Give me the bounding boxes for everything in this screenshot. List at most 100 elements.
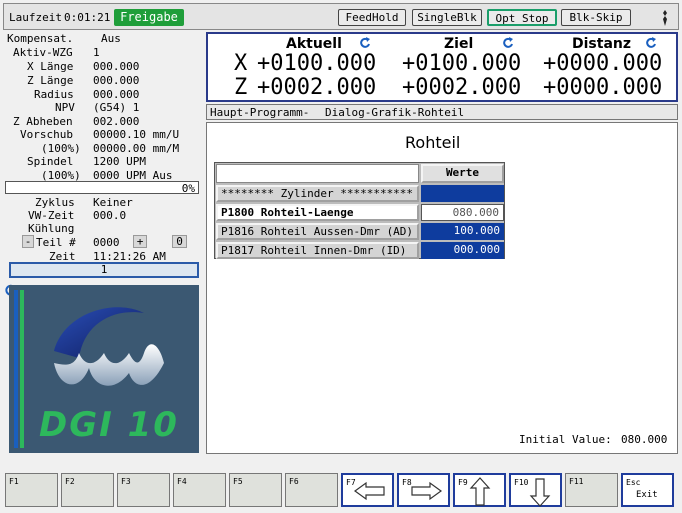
table-row-label: P1800 Rohteil-Laenge [216,204,419,221]
initial-value-label: Initial Value: [519,433,612,446]
status-label: X Länge [27,60,74,73]
status-label: Z Länge [27,74,74,87]
tool-icon[interactable] [660,9,670,27]
opt-stop-button[interactable]: Opt Stop [487,9,557,26]
part-extra-value: 0 [172,235,187,248]
refresh-icon[interactable] [502,37,514,49]
block-number: 1 [9,262,199,278]
fkey-label: F3 [121,477,131,486]
axis-z-label: Z [234,75,248,100]
coord-header-distance: Distanz [572,36,632,52]
vw-time-label: VW-Zeit [28,209,75,222]
status-value: 000.000 [93,88,140,101]
status-label: Kompensat. [7,32,74,45]
fkey-label: Esc [626,478,641,487]
singleblk-button[interactable]: SingleBlk [412,9,482,26]
refresh-icon[interactable] [359,37,371,49]
f2-key[interactable]: F2 [61,473,114,507]
status-label: Z Abheben [13,115,73,128]
release-badge: Freigabe [114,9,184,26]
progress-bar: 0% [5,181,199,195]
fkey-label: F5 [233,477,243,486]
status-value: 1 [93,46,100,59]
arrow-down-icon [529,478,551,507]
blue-stripe [14,290,18,448]
runtime-label: Laufzeit [9,11,62,24]
status-value: 00000.00 mm/M [93,142,180,155]
runtime-value: 0:01:21 [64,11,111,24]
progress-percent: 0% [181,182,195,195]
f4-key[interactable]: F4 [173,473,226,507]
arrow-up-icon [469,477,491,506]
axis-x-label: X [234,51,248,76]
status-label: Radius [34,88,74,101]
breadcrumb-item: Dialog-Grafik-Rohteil [325,106,465,119]
fkey-label: F4 [177,477,187,486]
status-value: Aus [101,32,121,45]
part-value: 0000 [93,236,120,249]
breadcrumb: Haupt-Programm- Dialog-Grafik-Rohteil [206,104,678,120]
f9-key[interactable]: F9 [453,473,506,507]
coord-header-target: Ziel [444,36,474,52]
status-value: 000.000 [93,74,140,87]
initial-value: 080.000 [621,433,668,446]
cycle-value: Keiner [93,196,133,209]
panel-title: Rohteil [405,133,461,152]
dgi-logo-icon [54,307,164,386]
table-row-value[interactable]: 000.000 [421,242,504,259]
status-value: (G54) 1 [93,101,140,114]
fkey-label: F11 [569,477,584,486]
axis-z-target: +0002.000 [402,75,522,100]
table-row-label: ******** Zylinder *********** [216,185,419,202]
cooling-label: Kühlung [28,222,75,235]
status-label: Aktiv-WZG [13,46,73,59]
f7-key[interactable]: F7 [341,473,394,507]
refresh-icon[interactable] [645,37,657,49]
coordinates-display: Aktuell Ziel Distanz X +0100.000 +0100.0… [206,32,678,102]
table-row-value[interactable]: 100.000 [421,223,504,240]
status-label: Vorschub [20,128,73,141]
fkey-label: F6 [289,477,299,486]
status-value: 000.000 [93,60,140,73]
axis-x-target: +0100.000 [402,51,522,76]
feedhold-button[interactable]: FeedHold [338,9,406,26]
main-panel: Rohteil Werte ******** Zylinder ********… [206,122,678,454]
esc-exit-key[interactable]: Esc Exit [621,473,674,507]
f8-key[interactable]: F8 [397,473,450,507]
arrow-left-icon [353,481,385,501]
status-value: 1200 UPM [93,155,146,168]
logo-panel: DGI 10 [9,285,199,453]
fkey-label: F9 [458,478,468,487]
axis-x-distance: +0000.000 [543,51,663,76]
part-decrement-button[interactable]: - [22,235,34,248]
f11-key[interactable]: F11 [565,473,618,507]
blk-skip-button[interactable]: Blk-Skip [561,9,631,26]
table-row-label: P1816 Rohteil Aussen-Dmr (AD) [216,223,419,240]
fkey-label: F2 [65,477,75,486]
part-increment-button[interactable]: + [133,235,147,248]
logo-text: DGI 10 [39,405,179,445]
status-label: NPV [55,101,75,114]
cycle-label: Zyklus [35,196,75,209]
arrow-right-icon [411,481,443,501]
table-row-value-input[interactable]: 080.000 [421,204,504,221]
status-label: Spindel [27,155,74,168]
f3-key[interactable]: F3 [117,473,170,507]
top-bar: Laufzeit 0:01:21 Freigabe FeedHold Singl… [3,3,679,30]
part-label: Teil # [36,236,76,249]
coord-header-actual: Aktuell [286,36,342,52]
status-label: (100%) [41,142,81,155]
green-stripe [20,290,24,448]
axis-x-actual: +0100.000 [257,51,377,76]
f6-key[interactable]: F6 [285,473,338,507]
vw-time-value: 000.0 [93,209,127,222]
status-panel: Kompensat. Aus Aktiv-WZG 1 X Länge 000.0… [3,32,203,182]
f1-key[interactable]: F1 [5,473,58,507]
f10-key[interactable]: F10 [509,473,562,507]
breadcrumb-item: Haupt-Programm- [210,106,310,119]
table-row-value [421,185,504,202]
fkey-label: F1 [9,477,19,486]
status-value: 00000.10 mm/U [93,128,180,141]
f5-key[interactable]: F5 [229,473,282,507]
axis-z-actual: +0002.000 [257,75,377,100]
